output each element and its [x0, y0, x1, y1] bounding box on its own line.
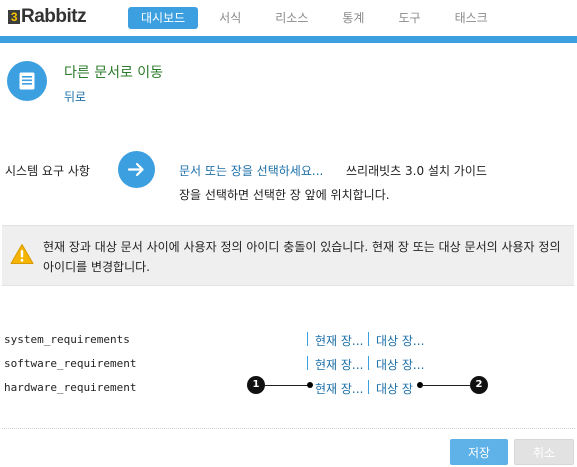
warning-message: 현재 장과 대상 문서 사이에 사용자 정의 아이디 충돌이 있습니다. 현재 …: [43, 240, 561, 274]
conflict-id-name: hardware_requirement: [4, 381, 137, 394]
main-nav: 대시보드 서식 리소스 통계 도구 태스크: [128, 7, 509, 29]
separator: [368, 332, 369, 346]
current-chapter-link[interactable]: 현재 장...: [315, 380, 363, 397]
tab-tasks[interactable]: 태스크: [442, 7, 501, 29]
placement-hint: 장을 선택하면 선택한 장 앞에 위치합니다.: [179, 188, 390, 202]
conflict-row: software_requirement 현재 장... 대상 장...: [0, 354, 577, 374]
tab-statistics[interactable]: 통계: [329, 7, 377, 29]
current-chapter-link[interactable]: 현재 장...: [315, 356, 363, 373]
conflict-id-name: software_requirement: [4, 357, 137, 370]
tab-templates[interactable]: 서식: [206, 7, 254, 29]
back-link[interactable]: 뒤로: [64, 88, 86, 105]
target-chapter-link[interactable]: 대상 장: [376, 380, 413, 397]
separator: [368, 380, 369, 394]
target-document-title: 쓰리래빗츠 3.0 설치 가이드: [346, 164, 487, 178]
separator: [368, 356, 369, 370]
separator: [307, 356, 308, 370]
footer-divider: [2, 428, 575, 429]
document-icon: [7, 61, 47, 101]
logo-text: Rabbitz: [21, 6, 87, 27]
logo-number: 3: [8, 10, 20, 24]
conflict-row: system_requirements 현재 장... 대상 장...: [0, 330, 577, 350]
callout-badge-2: 2: [470, 376, 488, 394]
header-divider: [0, 36, 577, 43]
callout-line-2: [421, 385, 470, 386]
tab-dashboard[interactable]: 대시보드: [128, 7, 199, 29]
target-chapter-link[interactable]: 대상 장...: [376, 332, 424, 349]
warning-icon: [10, 244, 34, 264]
conflict-row: hardware_requirement 현재 장... 대상 장: [0, 378, 577, 398]
callout-badge-1: 1: [247, 376, 265, 394]
id-conflict-warning: 현재 장과 대상 문서 사이에 사용자 정의 아이디 충돌이 있습니다. 현재 …: [2, 225, 574, 286]
save-button[interactable]: 저장: [450, 439, 508, 465]
target-chapter-link[interactable]: 대상 장...: [376, 356, 424, 373]
separator: [307, 332, 308, 346]
callout-line-1: [265, 385, 309, 386]
current-chapter-label: 시스템 요구 사항: [5, 164, 90, 178]
top-bar: 3 Rabbitz 대시보드 서식 리소스 통계 도구 태스크: [0, 0, 577, 36]
tab-resources[interactable]: 리소스: [262, 7, 321, 29]
page-title: 다른 문서로 이동: [64, 65, 164, 81]
arrow-right-icon: [118, 151, 155, 188]
cancel-button[interactable]: 취소: [514, 439, 574, 465]
current-chapter-link[interactable]: 현재 장...: [315, 332, 363, 349]
callout-dot-1: [307, 382, 313, 388]
app-logo[interactable]: 3 Rabbitz: [8, 6, 87, 28]
select-document-link[interactable]: 문서 또는 장을 선택하세요...: [179, 162, 323, 179]
conflict-id-name: system_requirements: [4, 333, 130, 346]
tab-tools[interactable]: 도구: [385, 7, 433, 29]
